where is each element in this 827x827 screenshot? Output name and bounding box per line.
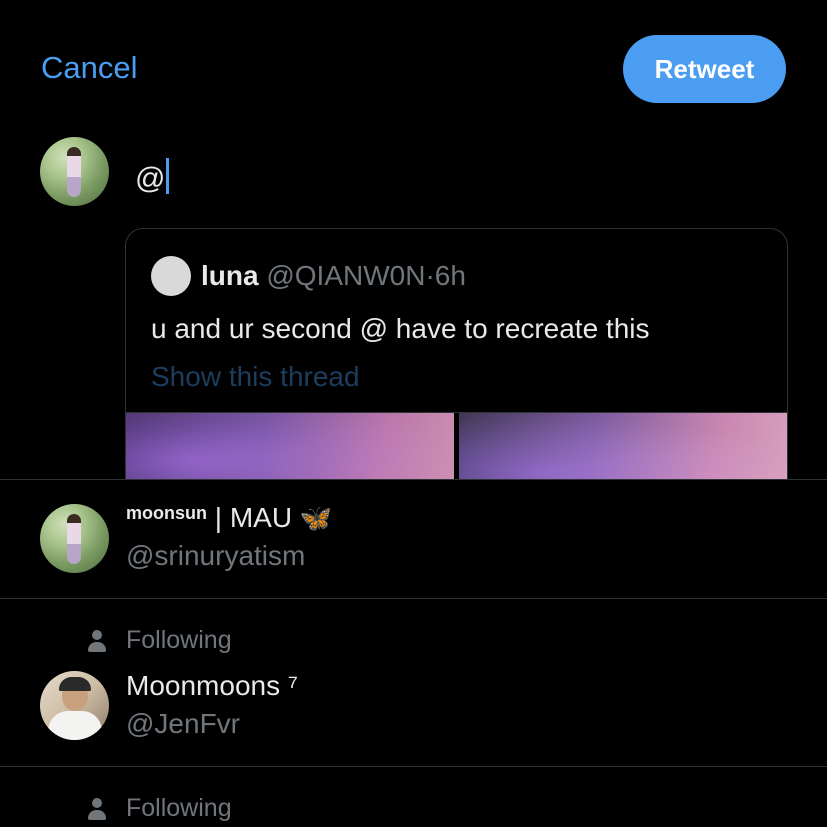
suggestion-row[interactable]: Following Moonmoons ⁷ @JenFvr	[0, 599, 827, 767]
mention-suggestions: moonsun | MAU 🦋 @srinuryatism Following …	[0, 479, 827, 827]
butterfly-emoji: 🦋	[299, 503, 333, 533]
person-icon	[88, 629, 106, 652]
quoted-author-name: luna	[201, 260, 259, 291]
quoted-author-handle: @QIANW0N	[266, 260, 426, 291]
suggestion-row[interactable]: moonsun | MAU 🦋 @srinuryatism	[0, 480, 827, 599]
suggestion-avatar	[40, 671, 109, 740]
header-separator: ·	[425, 260, 435, 291]
cancel-button[interactable]: Cancel	[41, 50, 138, 86]
suggestion-row[interactable]: Following	[0, 767, 827, 827]
suggestion-handle: @JenFvr	[126, 708, 240, 739]
text-cursor	[166, 158, 170, 194]
suggestion-handle: @srinuryatism	[126, 540, 306, 571]
following-context: Following	[88, 626, 232, 655]
person-icon	[88, 797, 106, 820]
quoted-tweet-time: 6h	[434, 260, 466, 291]
quoted-tweet-text: u and ur second @ have to recreate this	[151, 313, 650, 344]
quoted-tweet-header: luna @QIANW0N·6h	[201, 260, 466, 292]
retweet-button[interactable]: Retweet	[623, 35, 786, 103]
compose-input[interactable]: @	[135, 158, 170, 196]
suggestion-name: moonsun | MAU 🦋	[126, 502, 333, 533]
suggestion-avatar	[40, 504, 109, 573]
user-avatar	[40, 137, 109, 206]
show-thread-link[interactable]: Show this thread	[151, 361, 360, 393]
quoted-author-avatar	[151, 256, 191, 296]
following-context: Following	[88, 794, 232, 823]
suggestion-name: Moonmoons ⁷	[126, 670, 298, 701]
compose-text: @	[135, 162, 166, 195]
